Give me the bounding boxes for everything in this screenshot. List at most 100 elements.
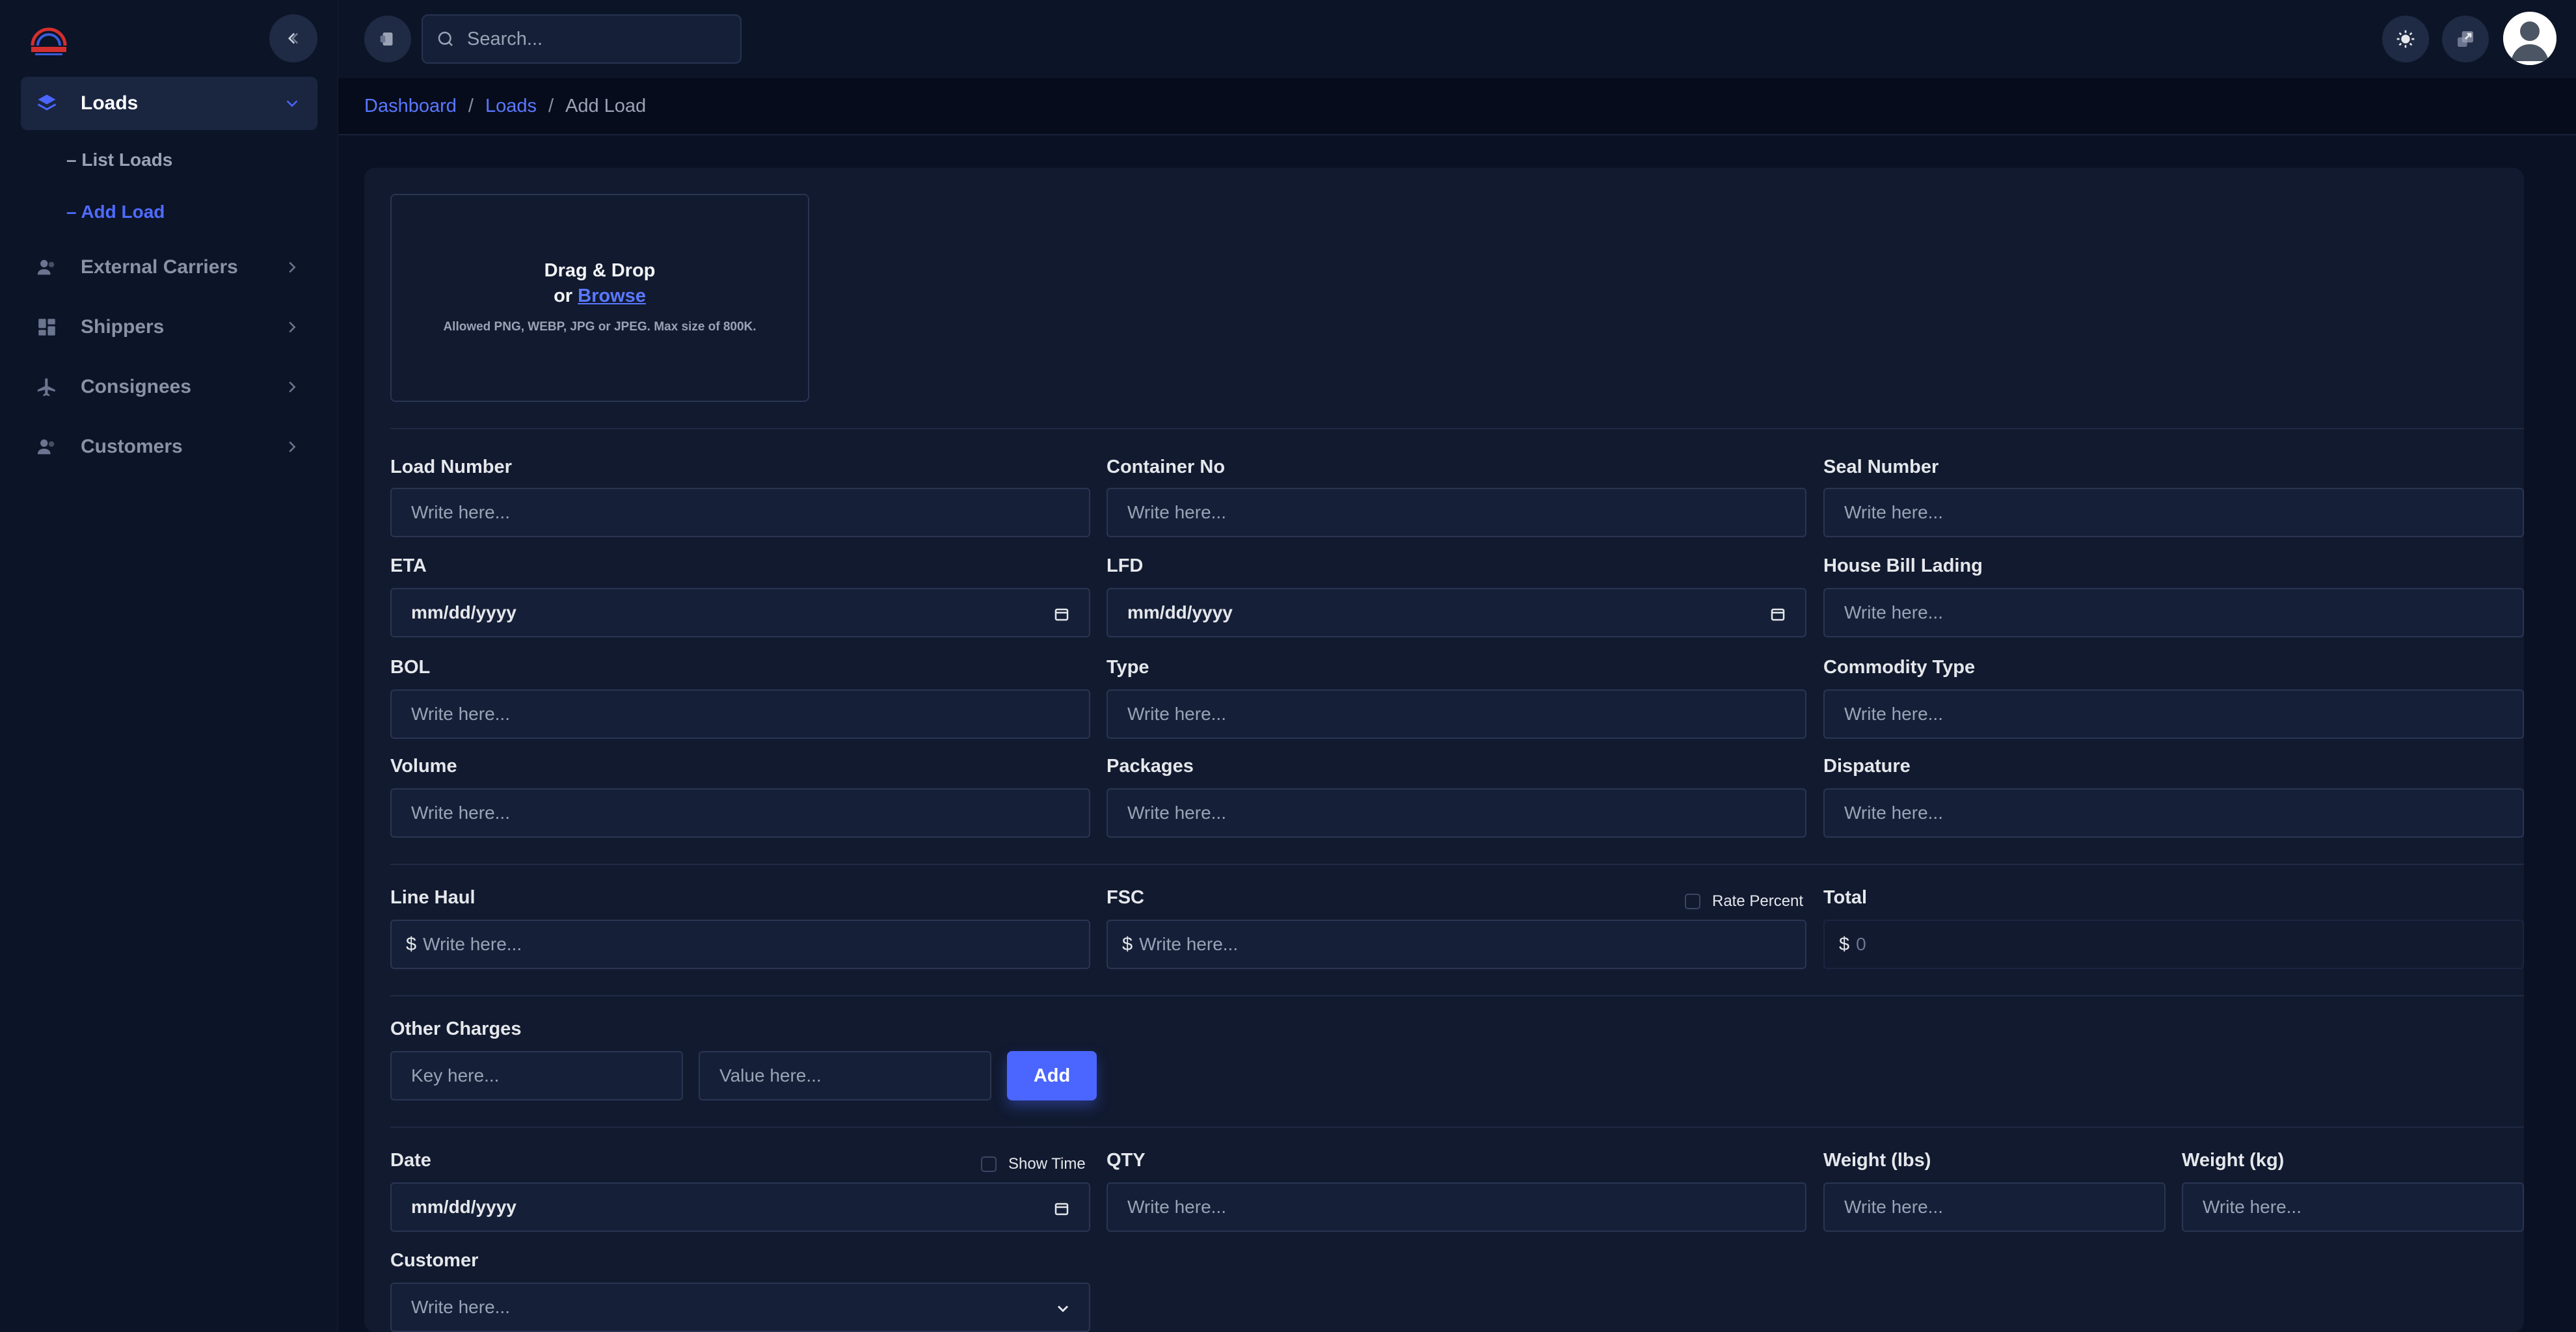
expand-icon: [2458, 31, 2473, 47]
total-output: $ 0: [1823, 920, 2524, 969]
calendar-icon[interactable]: [1054, 606, 1069, 622]
sidebar-item-shippers[interactable]: Shippers: [21, 300, 317, 354]
user-icon: [2503, 12, 2556, 65]
divider: [390, 864, 2524, 865]
commodity-type-input[interactable]: Write here...: [1823, 689, 2524, 739]
fullscreen-button[interactable]: [2442, 16, 2489, 62]
currency-prefix: $: [1839, 933, 1850, 955]
charge-key-input[interactable]: Key here...: [390, 1051, 683, 1100]
currency-prefix: $: [406, 933, 417, 955]
sidebar-item-label: Shippers: [81, 316, 165, 338]
bol-input[interactable]: Write here...: [390, 689, 1090, 739]
app-switch-button[interactable]: [364, 16, 411, 62]
sidebar-collapse-button[interactable]: [269, 14, 317, 62]
divider: [390, 428, 2524, 429]
image-dropzone[interactable]: Drag & Drop or Browse Allowed PNG, WEBP,…: [390, 194, 809, 402]
chevron-right-icon: [289, 441, 296, 453]
sidebar-item-customers[interactable]: Customers: [21, 420, 317, 473]
divider: [390, 995, 2524, 996]
eta-date-input[interactable]: mm/dd/yyyy: [390, 588, 1090, 637]
container-no-input[interactable]: Write here...: [1107, 488, 1806, 537]
breadcrumb-dashboard[interactable]: Dashboard: [364, 96, 457, 117]
show-time-checkbox[interactable]: [981, 1156, 997, 1172]
date-input[interactable]: mm/dd/yyyy: [390, 1182, 1090, 1232]
volume-input[interactable]: Write here...: [390, 788, 1090, 838]
fsc-placeholder: Write here...: [1139, 934, 1239, 954]
customer-placeholder: Write here...: [411, 1297, 510, 1317]
calendar-icon[interactable]: [1770, 606, 1786, 622]
weight-lbs-input[interactable]: Write here...: [1823, 1182, 2166, 1232]
search-icon: [438, 31, 453, 46]
line-haul-placeholder: Write here...: [423, 934, 522, 954]
dropzone-or: or Browse: [554, 286, 646, 306]
seal-number-input[interactable]: Write here...: [1823, 488, 2524, 537]
sidebar-item-loads[interactable]: Loads: [21, 77, 317, 130]
search-input[interactable]: [467, 28, 714, 50]
total-label: Total: [1823, 887, 1868, 908]
currency-prefix: $: [1122, 933, 1133, 955]
plane-icon: [34, 374, 60, 400]
eta-label: ETA: [390, 555, 427, 576]
browse-link[interactable]: Browse: [578, 286, 646, 306]
lfd-date-input[interactable]: mm/dd/yyyy: [1107, 588, 1806, 637]
packages-input[interactable]: Write here...: [1107, 788, 1806, 838]
calendar-icon[interactable]: [1054, 1201, 1069, 1216]
sidebar-item-external-carriers[interactable]: External Carriers: [21, 241, 317, 294]
divider: [390, 1126, 2524, 1128]
chevron-right-icon: [289, 261, 296, 273]
sidebar-subitem-add-load[interactable]: – Add Load: [66, 202, 165, 222]
app-logo[interactable]: [26, 20, 72, 59]
total-value: 0: [1856, 934, 1866, 954]
chevron-down-icon: [286, 100, 298, 107]
dropzone-note: Allowed PNG, WEBP, JPG or JPEG. Max size…: [443, 320, 757, 334]
chevron-down-icon: [1057, 1305, 1069, 1312]
dispature-input[interactable]: Write here...: [1823, 788, 2524, 838]
type-input[interactable]: Write here...: [1107, 689, 1806, 739]
qty-label: QTY: [1107, 1150, 1146, 1171]
theme-toggle-button[interactable]: [2382, 16, 2429, 62]
document-icon: [380, 33, 393, 46]
eta-date-value: mm/dd/yyyy: [411, 602, 517, 622]
chevrons-left-icon: [288, 33, 299, 44]
search-box[interactable]: [422, 14, 742, 64]
customer-select[interactable]: Write here...: [390, 1283, 1090, 1332]
packages-label: Packages: [1107, 756, 1194, 777]
dispature-label: Dispature: [1823, 756, 1911, 777]
other-charges-label: Other Charges: [390, 1019, 522, 1039]
qty-input[interactable]: Write here...: [1107, 1182, 1806, 1232]
chevron-right-icon: [289, 321, 296, 333]
sidebar-item-consignees[interactable]: Consignees: [21, 360, 317, 414]
load-number-input[interactable]: Write here...: [390, 488, 1090, 537]
date-value: mm/dd/yyyy: [411, 1197, 517, 1217]
rate-percent-toggle[interactable]: Rate Percent: [1685, 892, 1803, 911]
show-time-toggle[interactable]: Show Time: [981, 1155, 1086, 1173]
bol-label: BOL: [390, 657, 431, 678]
house-bill-lading-input[interactable]: Write here...: [1823, 588, 2524, 637]
breadcrumb-current: Add Load: [565, 95, 647, 116]
sidebar-subitem-list-loads[interactable]: – List Loads: [66, 150, 172, 170]
type-label: Type: [1107, 657, 1149, 678]
breadcrumb-loads[interactable]: Loads: [485, 96, 537, 117]
layers-icon: [34, 90, 60, 116]
show-time-label: Show Time: [1008, 1155, 1086, 1173]
fsc-input[interactable]: $ Write here...: [1107, 920, 1806, 969]
users-icon: [34, 434, 60, 460]
user-avatar[interactable]: [2503, 12, 2556, 65]
breadcrumb-separator: /: [468, 95, 474, 116]
line-haul-label: Line Haul: [390, 887, 476, 908]
line-haul-input[interactable]: $ Write here...: [390, 920, 1090, 969]
lfd-date-value: mm/dd/yyyy: [1127, 602, 1233, 622]
date-label: Date: [390, 1150, 431, 1171]
seal-number-label: Seal Number: [1823, 457, 1939, 477]
breadcrumb: Dashboard / Loads / Add Load: [338, 78, 2576, 135]
weight-kg-label: Weight (kg): [2182, 1150, 2285, 1171]
topbar: [338, 0, 2576, 78]
charge-value-input[interactable]: Value here...: [699, 1051, 991, 1100]
grid-icon: [34, 314, 60, 340]
weight-kg-input[interactable]: Write here...: [2182, 1182, 2524, 1232]
fsc-label: FSC: [1107, 887, 1144, 908]
sidebar-item-label: External Carriers: [81, 256, 238, 278]
add-charge-button[interactable]: Add: [1007, 1051, 1097, 1100]
rate-percent-checkbox[interactable]: [1685, 894, 1700, 909]
sidebar-item-label: Consignees: [81, 376, 192, 397]
